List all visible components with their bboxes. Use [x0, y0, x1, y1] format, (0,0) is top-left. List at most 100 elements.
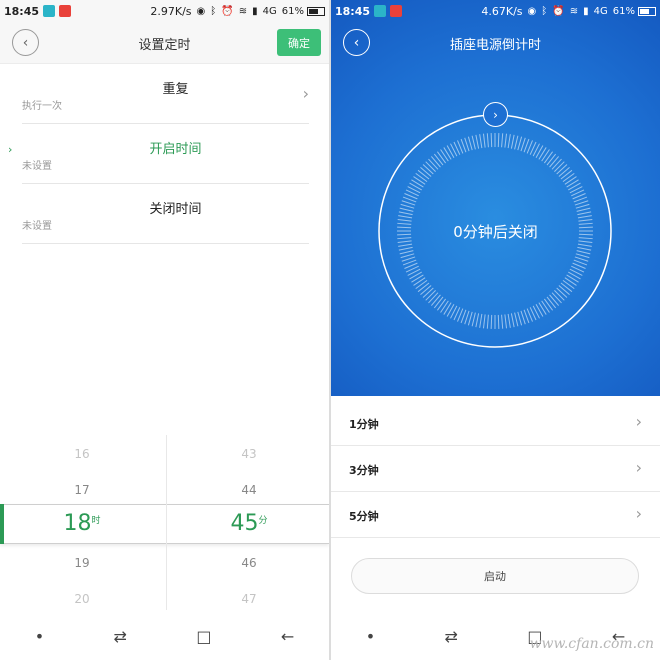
chevron-right-icon: ›: [635, 504, 642, 523]
minute-option[interactable]: 43: [167, 447, 329, 461]
dial-tick: [430, 294, 441, 306]
alarm-icon: ⏰: [221, 5, 234, 17]
repeat-row[interactable]: 重复 执行一次 ›: [0, 64, 329, 124]
dial-tick: [576, 207, 591, 212]
chevron-right-icon: ›: [493, 107, 498, 122]
minute-selected[interactable]: 45分: [167, 511, 329, 536]
app-badge-icon: [390, 5, 403, 17]
dial-tick: [554, 161, 565, 172]
dial-tick: [556, 287, 568, 298]
set-timer-screen: 18:45 2.97K/s ◉ ᛒ ⏰ ≋ ▮ 4G 61% ‹ 设置定时 确定…: [0, 0, 329, 660]
dial-tick: [433, 296, 444, 309]
dial-tick: [558, 285, 570, 296]
square-icon[interactable]: □: [196, 627, 211, 646]
dial-tick: [562, 279, 575, 290]
location-icon: ◉: [527, 5, 537, 17]
dial-tick: [546, 153, 557, 166]
dial-tick: [443, 147, 452, 160]
status-battery: 61%: [612, 5, 635, 17]
alarm-icon: ⏰: [552, 5, 565, 17]
dial-tick: [538, 302, 547, 315]
hour-option[interactable]: 19: [0, 556, 164, 570]
hour-option[interactable]: 17: [0, 483, 164, 497]
status-bar: 18:45 2.97K/s ◉ ᛒ ⏰ ≋ ▮ 4G 61%: [0, 0, 329, 22]
top-bar: ‹ 设置定时 确定: [0, 22, 329, 64]
hour-unit: 时: [91, 516, 101, 526]
dial-tick: [541, 149, 550, 162]
dial-tick: [551, 158, 562, 170]
dial-tick: [560, 282, 573, 293]
hour-option[interactable]: 20: [0, 592, 164, 606]
dial-tick: [467, 311, 473, 326]
dial-tick: [467, 136, 473, 151]
dial-handle[interactable]: ›: [483, 102, 508, 127]
dial-tick: [556, 164, 568, 175]
status-battery: 61%: [281, 5, 304, 17]
start-button[interactable]: 启动: [351, 558, 639, 594]
minute-option[interactable]: 44: [167, 483, 329, 497]
dial-tick: [564, 176, 577, 185]
hour-selected[interactable]: 18时: [0, 511, 164, 536]
dial-tick: [517, 136, 523, 151]
option-label: 3分钟: [349, 464, 379, 477]
open-time-row[interactable]: › 开启时间 未设置: [0, 124, 329, 184]
dial-tick: [443, 302, 452, 315]
status-network: 4G: [593, 5, 608, 17]
app-badge-icon: [59, 5, 72, 17]
dial-tick: [430, 156, 441, 168]
minute-option[interactable]: 46: [167, 556, 329, 570]
dial-tick: [577, 211, 592, 216]
dial-tick: [428, 158, 439, 170]
dial-tick: [510, 134, 515, 149]
hour-wheel[interactable]: 16 17 18时 19 20: [0, 435, 164, 610]
dial-tick: [440, 300, 449, 313]
dial-tick: [566, 274, 579, 283]
dial-tick: [562, 172, 575, 183]
dial-tick: [577, 246, 592, 251]
status-time: 18:45: [4, 4, 40, 18]
dial-tick: [400, 203, 415, 209]
chevron-right-icon: ›: [635, 458, 642, 477]
option-5-minutes[interactable]: 5分钟 ›: [331, 492, 660, 538]
dial-tick: [398, 211, 413, 216]
navigation-bar: • ⇄ □ ←: [0, 612, 329, 660]
option-1-minute[interactable]: 1分钟 ›: [331, 400, 660, 446]
confirm-button[interactable]: 确定: [277, 29, 321, 56]
dial-tick: [409, 182, 422, 191]
option-3-minutes[interactable]: 3分钟 ›: [331, 446, 660, 492]
row-subtitle: 未设置: [22, 161, 52, 172]
dial-tick: [425, 290, 436, 301]
dial-tick: [415, 279, 428, 290]
close-time-row[interactable]: 关闭时间 未设置: [0, 184, 329, 244]
dial-tick: [479, 313, 483, 328]
minute-wheel[interactable]: 43 44 45分 46 47: [166, 435, 329, 610]
hour-option[interactable]: 16: [0, 447, 164, 461]
row-title: 重复: [162, 82, 189, 97]
dot-icon[interactable]: •: [366, 627, 375, 646]
switch-icon[interactable]: ⇄: [114, 627, 127, 646]
time-picker: 16 17 18时 19 20 43 44 45分 46 47: [0, 435, 329, 610]
dial-tick: [490, 133, 493, 148]
dial-tick: [517, 311, 523, 326]
dial-tick: [401, 200, 416, 206]
dial-tick: [417, 169, 430, 180]
dial-tick: [411, 274, 424, 283]
option-label: 1分钟: [349, 418, 379, 431]
option-label: 5分钟: [349, 510, 379, 523]
dial-tick: [486, 133, 489, 148]
dial-tick: [401, 256, 416, 262]
minute-option[interactable]: 47: [167, 592, 329, 606]
dial-tick: [471, 135, 476, 150]
bluetooth-icon: ᛒ: [210, 5, 217, 17]
dial-tick: [514, 135, 519, 150]
dot-icon[interactable]: •: [35, 627, 44, 646]
switch-icon[interactable]: ⇄: [445, 627, 458, 646]
dial-tick: [549, 156, 560, 168]
back-arrow-icon[interactable]: ←: [281, 627, 294, 646]
screenshot-root: 18:45 2.97K/s ◉ ᛒ ⏰ ≋ ▮ 4G 61% ‹ 设置定时 确定…: [0, 0, 660, 660]
dial-tick: [558, 166, 570, 177]
dial-tick: [428, 292, 439, 304]
dial-tick: [560, 169, 573, 180]
row-title: 关闭时间: [149, 202, 202, 217]
status-time: 18:45: [335, 4, 371, 18]
